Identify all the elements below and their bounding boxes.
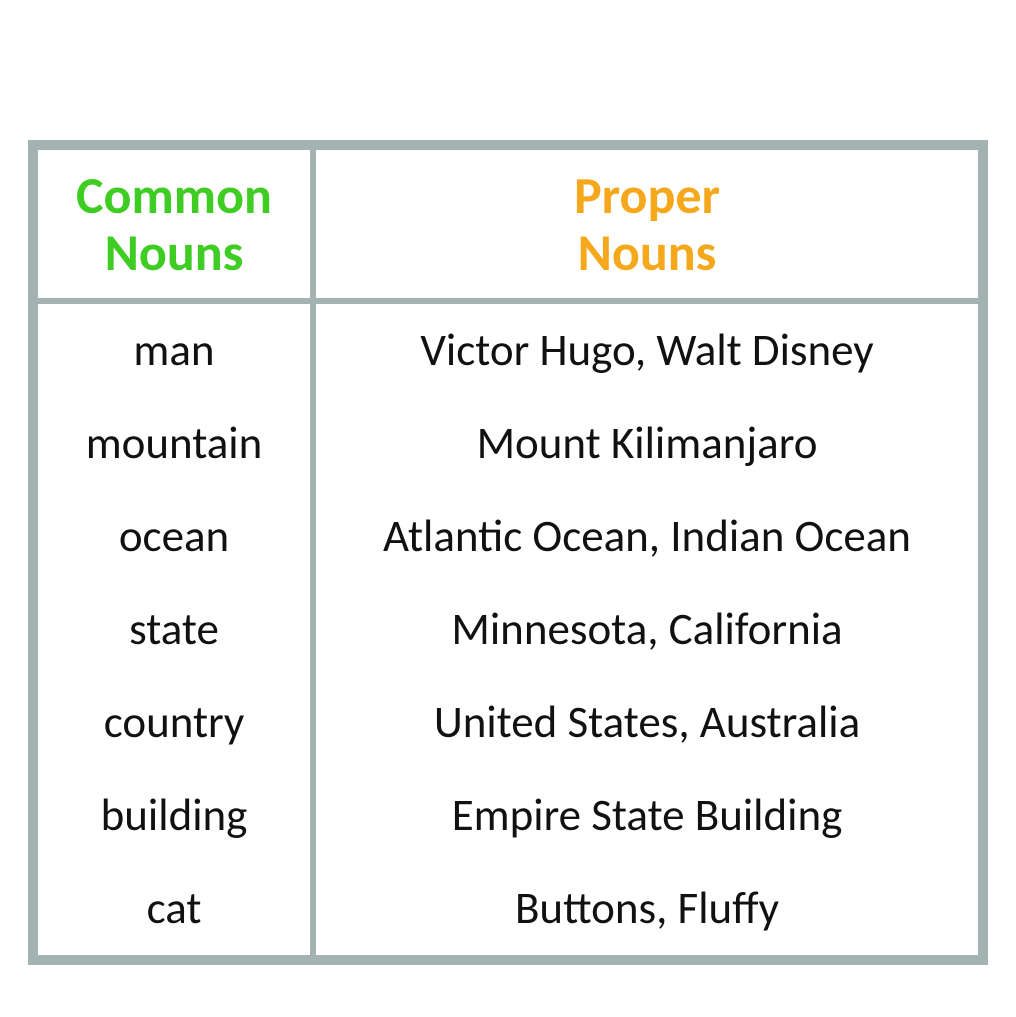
- table-row: building Empire State Building: [38, 769, 978, 862]
- proper-noun-text: Atlantic Ocean, Indian Ocean: [383, 513, 911, 560]
- common-noun-text: man: [133, 327, 214, 374]
- proper-noun-text: United States, Australia: [434, 699, 860, 746]
- cell-proper: Empire State Building: [316, 769, 978, 862]
- common-noun-text: mountain: [86, 420, 263, 467]
- cell-proper: Atlantic Ocean, Indian Ocean: [316, 490, 978, 583]
- cell-common: ocean: [38, 490, 316, 583]
- table-row: mountain Mount Kilimanjaro: [38, 397, 978, 490]
- cell-common: country: [38, 676, 316, 769]
- common-noun-text: cat: [147, 885, 202, 932]
- proper-noun-text: Mount Kilimanjaro: [477, 420, 818, 467]
- proper-noun-text: Victor Hugo, Walt Disney: [420, 327, 873, 374]
- common-noun-text: building: [101, 792, 248, 839]
- header-proper-label: Proper Nouns: [574, 167, 720, 281]
- table-row: state Minnesota, California: [38, 583, 978, 676]
- cell-common: man: [38, 304, 316, 397]
- cell-proper: United States, Australia: [316, 676, 978, 769]
- cell-proper: Buttons, Fluffy: [316, 862, 978, 955]
- table-row: man Victor Hugo, Walt Disney: [38, 304, 978, 397]
- common-noun-text: ocean: [119, 513, 229, 560]
- proper-noun-text: Minnesota, California: [451, 606, 842, 653]
- proper-noun-text: Empire State Building: [452, 792, 843, 839]
- cell-proper: Victor Hugo, Walt Disney: [316, 304, 978, 397]
- header-cell-proper: Proper Nouns: [316, 150, 978, 298]
- cell-common: building: [38, 769, 316, 862]
- header-common-label: Common Nouns: [76, 167, 272, 281]
- cell-proper: Minnesota, California: [316, 583, 978, 676]
- nouns-table: Common Nouns Proper Nouns man Victor Hug…: [28, 140, 988, 965]
- common-noun-text: state: [129, 606, 219, 653]
- cell-common: state: [38, 583, 316, 676]
- table-header-row: Common Nouns Proper Nouns: [38, 150, 978, 298]
- table-row: cat Buttons, Fluffy: [38, 862, 978, 955]
- cell-proper: Mount Kilimanjaro: [316, 397, 978, 490]
- cell-common: cat: [38, 862, 316, 955]
- header-cell-common: Common Nouns: [38, 150, 316, 298]
- table-row: country United States, Australia: [38, 676, 978, 769]
- table-row: ocean Atlantic Ocean, Indian Ocean: [38, 490, 978, 583]
- cell-common: mountain: [38, 397, 316, 490]
- proper-noun-text: Buttons, Fluffy: [515, 885, 779, 932]
- common-noun-text: country: [104, 699, 245, 746]
